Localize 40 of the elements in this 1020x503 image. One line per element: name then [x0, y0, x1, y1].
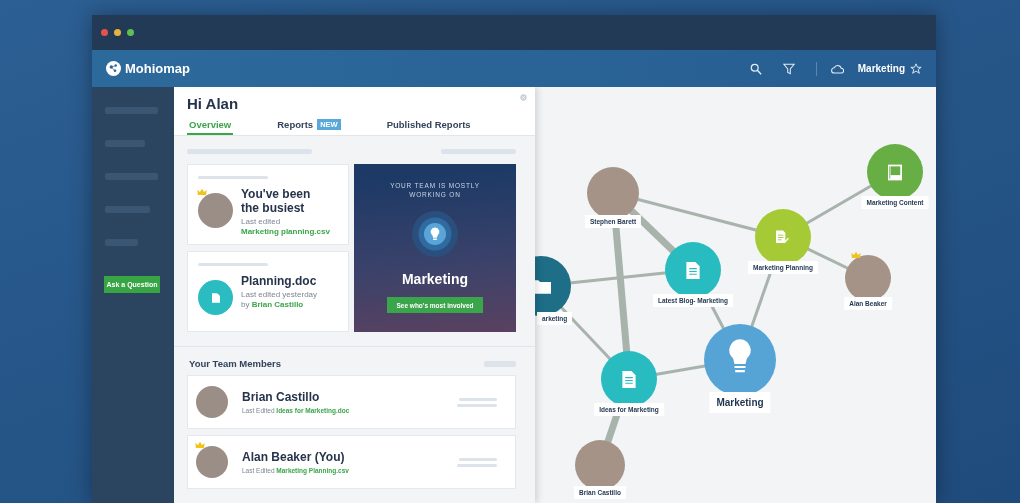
minimize-window-button[interactable] — [114, 29, 121, 36]
person-link[interactable]: Brian Castillo — [251, 300, 304, 309]
card-detail: Last edited yesterday by Brian Castillo — [241, 290, 319, 310]
current-map-title: Marketing — [857, 63, 905, 74]
cloud-icon[interactable] — [830, 63, 844, 74]
placeholder-bar — [198, 176, 268, 179]
card-title: You've been the busiest — [241, 187, 312, 215]
document-icon — [622, 370, 636, 388]
placeholder-bar — [198, 263, 268, 266]
search-icon[interactable] — [749, 62, 762, 75]
card-detail: Last edited Marketing planning.csv — [241, 217, 331, 237]
book-icon — [888, 163, 902, 181]
tab[interactable]: Published Reports — [384, 117, 473, 135]
avatar — [198, 193, 233, 228]
star-icon[interactable] — [910, 62, 922, 75]
document-icon — [211, 292, 220, 303]
node-label: Marketing — [709, 392, 771, 413]
placeholder-lines — [457, 457, 497, 467]
avatar — [196, 446, 228, 478]
document-pencil-icon — [776, 228, 790, 246]
card-title: Planning.doc — [241, 274, 318, 288]
app-logo-text: Mohiomap — [125, 61, 190, 76]
close-icon[interactable] — [520, 94, 527, 101]
file-link[interactable]: Marketing planning.csv — [241, 227, 330, 236]
close-window-button[interactable] — [101, 29, 108, 36]
filter-icon[interactable] — [782, 62, 795, 75]
logo-icon — [106, 61, 121, 76]
focus-topic: Marketing — [401, 271, 469, 287]
tab[interactable]: Overview — [187, 117, 234, 135]
lightbulb-icon — [412, 211, 458, 257]
section-heading: Your Team Members — [189, 358, 282, 369]
greeting-title: Hi Alan — [187, 95, 240, 112]
lightbulb-icon — [729, 339, 751, 375]
avatar — [196, 386, 228, 418]
member-name: Alan Beaker (You) — [242, 450, 346, 464]
member-name: Brian Castillo — [242, 390, 321, 404]
folder-icon — [535, 278, 551, 294]
placeholder-lines — [457, 397, 497, 407]
maximize-window-button[interactable] — [127, 29, 134, 36]
document-icon — [686, 261, 700, 279]
